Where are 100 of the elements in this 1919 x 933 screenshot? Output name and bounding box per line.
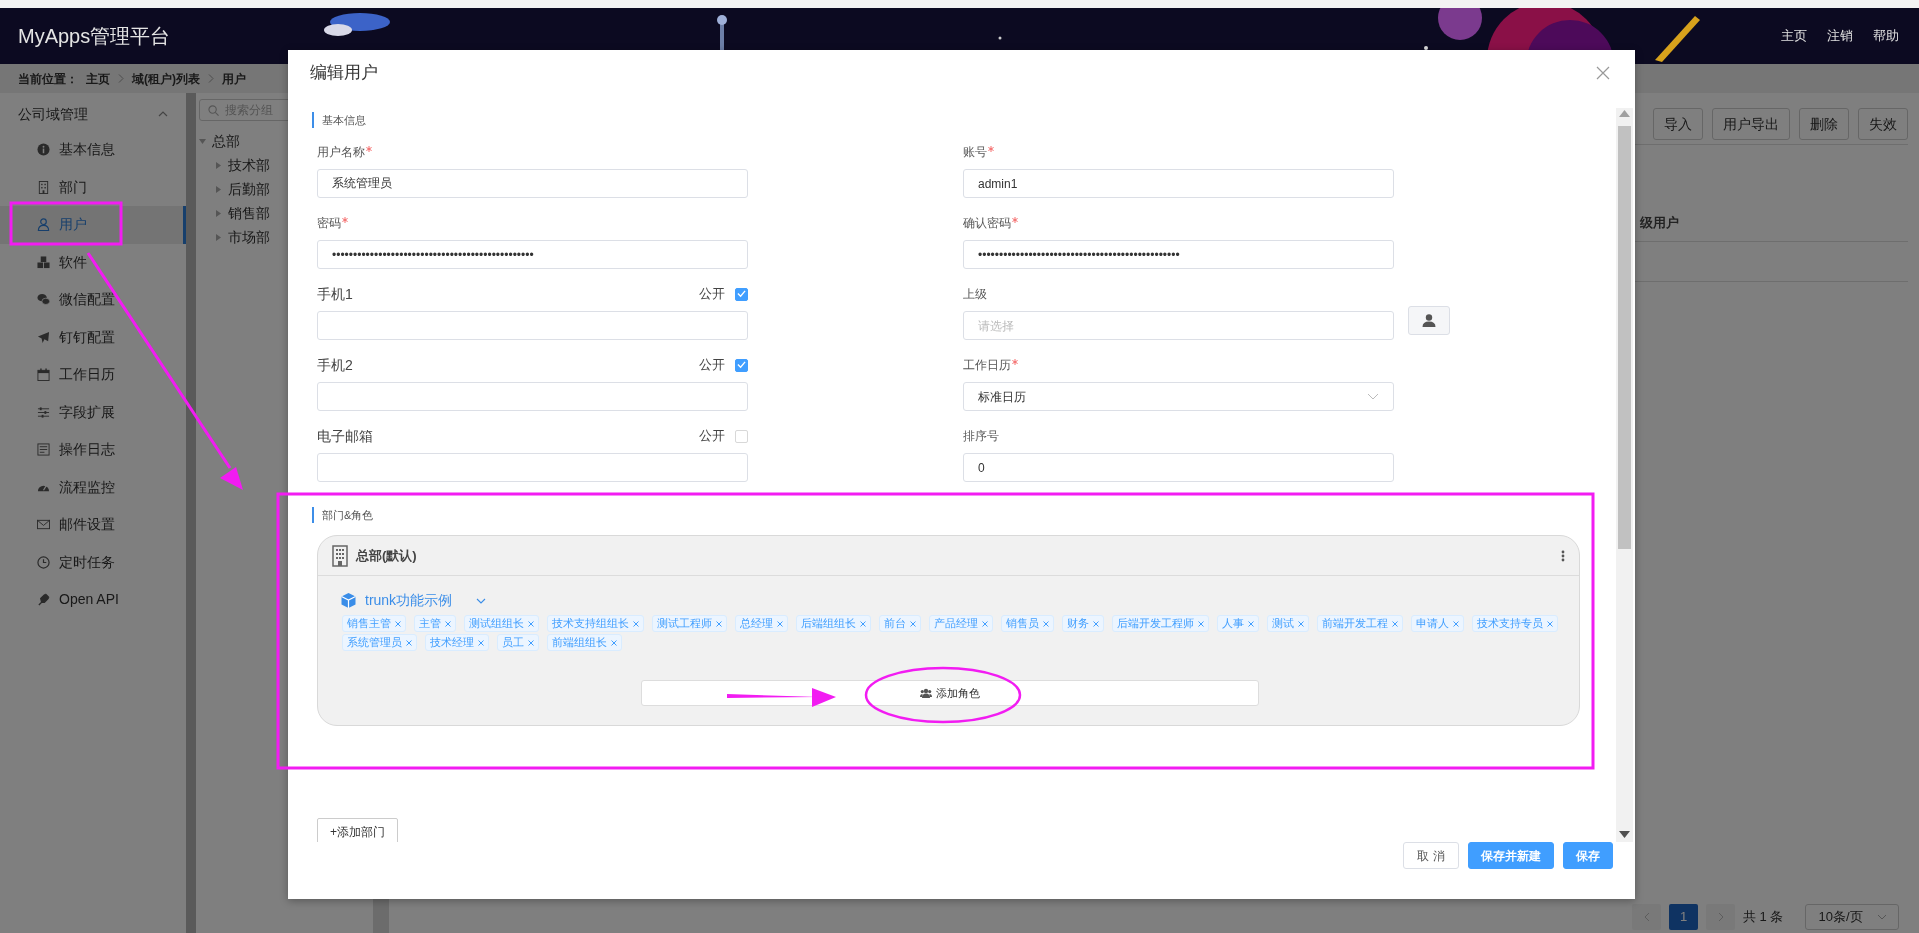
chevron-down-icon: [1367, 393, 1379, 400]
close-icon[interactable]: [777, 620, 783, 627]
close-icon[interactable]: [1392, 620, 1398, 627]
header-link[interactable]: 帮助: [1873, 26, 1899, 46]
select-field[interactable]: 标准日历: [963, 382, 1394, 411]
input-field[interactable]: 请选择: [963, 311, 1394, 340]
page-button[interactable]: 1: [1669, 904, 1698, 930]
sidebar-item[interactable]: 部门: [0, 168, 186, 206]
scroll-thumb[interactable]: [1618, 126, 1631, 549]
close-icon[interactable]: [633, 620, 639, 627]
add-role-button[interactable]: 添加角色: [641, 680, 1259, 706]
field-label: 上级: [963, 286, 987, 303]
add-department-button[interactable]: +添加部门: [317, 818, 398, 842]
clock-icon: [37, 555, 50, 569]
close-icon[interactable]: [716, 620, 722, 627]
mail-icon: [37, 518, 50, 532]
chevron-down-icon: [1876, 914, 1887, 920]
role-tag: 系统管理员: [342, 634, 417, 651]
sidebar-item[interactable]: 用户: [0, 206, 186, 244]
sidebar-title[interactable]: 公司域管理: [18, 103, 88, 125]
dialog-button[interactable]: 取 消: [1403, 842, 1459, 869]
plane-icon: [37, 330, 50, 344]
sidebar-item[interactable]: Open API: [0, 581, 186, 619]
plug-icon: [37, 593, 50, 607]
chat-icon: [37, 293, 50, 307]
check-icon: [737, 290, 746, 298]
page-size-select[interactable]: 10条/页: [1805, 904, 1900, 930]
modal-title: 编辑用户: [310, 62, 378, 85]
breadcrumb-item[interactable]: 域(租户)列表: [132, 69, 200, 88]
sidebar-item[interactable]: 微信配置: [0, 281, 186, 319]
tree-node[interactable]: 技术部: [228, 154, 270, 176]
close-icon[interactable]: [395, 620, 401, 627]
field-label: 工作日历: [963, 357, 1011, 374]
column-header: 级用户: [1640, 215, 1679, 230]
breadcrumb-item[interactable]: 主页: [86, 69, 110, 88]
close-icon[interactable]: [445, 620, 451, 627]
user-picker-button[interactable]: [1408, 306, 1450, 335]
close-icon[interactable]: [860, 620, 866, 627]
public-checkbox[interactable]: [735, 287, 748, 301]
scrollbar[interactable]: [1616, 108, 1633, 842]
close-icon[interactable]: [1043, 620, 1049, 627]
document-icon: [37, 443, 50, 457]
role-tag: 销售员: [1001, 615, 1054, 632]
field-label: 用户名称: [317, 144, 365, 161]
checkbox-label: 公开: [699, 285, 725, 304]
toolbar-button[interactable]: 导入: [1653, 108, 1703, 140]
toolbar-button[interactable]: 删除: [1799, 108, 1849, 140]
app-logo[interactable]: MyApps管理平台: [18, 21, 171, 51]
header-link[interactable]: 注销: [1827, 26, 1853, 46]
sidebar-item[interactable]: 流程监控: [0, 468, 186, 506]
field-label: 账号: [963, 144, 987, 161]
tree-node[interactable]: 销售部: [228, 202, 270, 224]
close-icon[interactable]: [528, 639, 534, 646]
header-link[interactable]: 主页: [1781, 26, 1807, 46]
dialog-button[interactable]: 保存: [1563, 842, 1613, 869]
scroll-up-icon: [1619, 110, 1630, 117]
tree-node[interactable]: 市场部: [228, 226, 270, 248]
close-icon[interactable]: [1093, 620, 1099, 627]
close-icon[interactable]: [1248, 620, 1254, 627]
close-icon[interactable]: [910, 620, 916, 627]
close-icon[interactable]: [406, 639, 412, 646]
tree-node[interactable]: 后勤部: [228, 178, 270, 200]
close-icon[interactable]: [611, 639, 617, 646]
input-field[interactable]: [317, 382, 748, 411]
close-icon[interactable]: [1298, 620, 1304, 627]
tree-node[interactable]: 总部: [212, 130, 240, 152]
toolbar-button[interactable]: 失效: [1858, 108, 1908, 140]
sidebar-item[interactable]: 工作日历: [0, 356, 186, 394]
close-icon[interactable]: [1547, 620, 1553, 627]
close-icon[interactable]: [1198, 620, 1204, 627]
input-field[interactable]: ••••••••••••••••••••••••••••••••••••••••••••••••: [317, 240, 748, 269]
sidebar-item[interactable]: 定时任务: [0, 543, 186, 581]
sidebar-item[interactable]: 操作日志: [0, 431, 186, 469]
more-icon[interactable]: [1561, 549, 1565, 562]
sidebar-item[interactable]: 基本信息: [0, 131, 186, 169]
toolbar-button[interactable]: 用户导出: [1712, 108, 1790, 140]
input-field[interactable]: admin1: [963, 169, 1394, 198]
input-field[interactable]: [317, 453, 748, 482]
close-icon[interactable]: [982, 620, 988, 627]
sidebar-item[interactable]: 软件: [0, 243, 186, 281]
search-icon: [208, 104, 219, 116]
sidebar-item[interactable]: 钉钉配置: [0, 318, 186, 356]
close-icon[interactable]: [528, 620, 534, 627]
dialog-button[interactable]: 保存并新建: [1468, 842, 1554, 869]
chevron-left-icon: [1643, 912, 1650, 922]
role-tag: 技术支持组组长: [547, 615, 644, 632]
sidebar-item[interactable]: 邮件设置: [0, 506, 186, 544]
chevron-down-icon[interactable]: [476, 597, 487, 604]
checkbox-label: 公开: [699, 427, 725, 446]
input-field[interactable]: ••••••••••••••••••••••••••••••••••••••••••••••••: [963, 240, 1394, 269]
input-field[interactable]: 系统管理员: [317, 169, 748, 198]
input-field[interactable]: [317, 311, 748, 340]
input-field[interactable]: 0: [963, 453, 1394, 482]
app-name[interactable]: trunk功能示例: [365, 590, 453, 611]
close-icon[interactable]: [478, 639, 484, 646]
close-icon[interactable]: [1453, 620, 1459, 627]
role-tag: 技术支持专员: [1472, 615, 1558, 632]
sidebar-item[interactable]: 字段扩展: [0, 393, 186, 431]
field-label: 排序号: [963, 428, 999, 445]
public-checkbox[interactable]: [735, 358, 748, 372]
